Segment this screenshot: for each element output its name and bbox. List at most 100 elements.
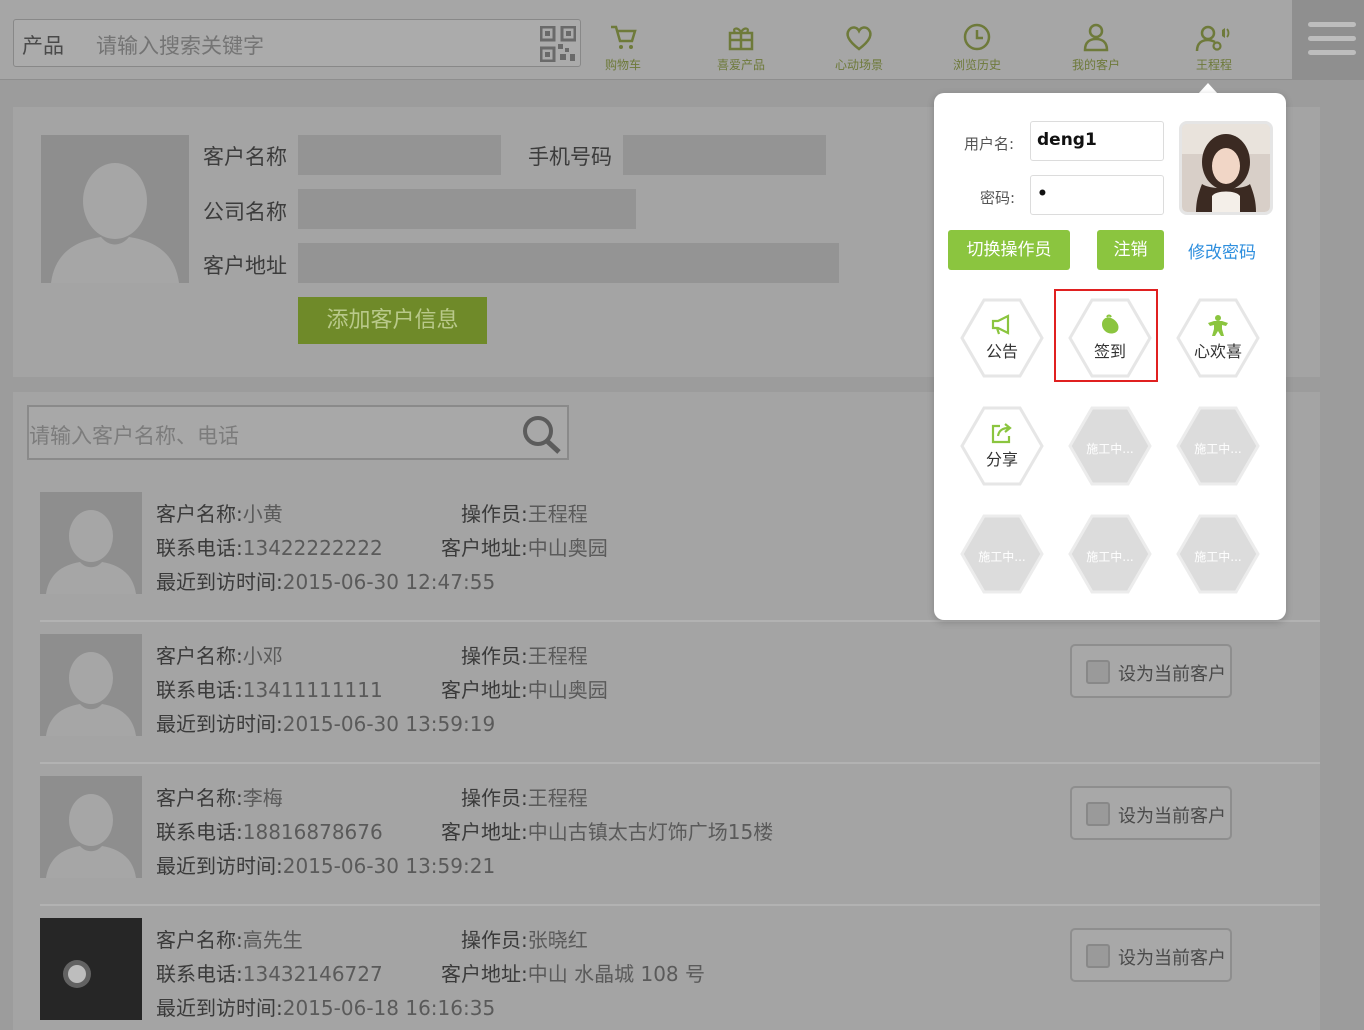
tile-label: 心欢喜 [1193,342,1242,361]
address-input[interactable] [298,243,839,283]
avatar-silhouette-icon [40,776,142,878]
customer-name-label: 客户名称: [156,502,243,526]
checkbox[interactable] [1086,802,1110,826]
tile-label: 施工中... [1086,550,1134,564]
customer-phone: 联系电话:13411111111 [156,674,383,703]
nav-account[interactable]: 王程程 [1164,22,1264,73]
user-photo-image [1182,124,1270,212]
customer-photo [40,918,142,1020]
construction-tile: 施工中... [960,512,1044,596]
company-label: 公司名称 [203,200,287,224]
announcement-tile[interactable]: 公告 [960,296,1044,380]
nav-label: 我的客户 [1071,58,1120,72]
customer-name: 客户名称:李梅 [156,782,283,811]
address-label: 客户地址: [441,536,528,560]
nav-favorites[interactable]: 喜爱产品 [691,22,791,73]
avatar-silhouette-icon [41,135,189,283]
customer-name-value: 小黄 [242,502,283,526]
customer-name-value: 小邓 [242,644,283,668]
operator-label: 操作员: [461,786,528,810]
qr-code-icon[interactable] [540,26,576,62]
last-visit-value: 2015-06-30 12:47:55 [282,570,496,594]
construction-tile: 施工中... [1068,512,1152,596]
joy-tile[interactable]: 心欢喜 [1176,296,1260,380]
customer-row[interactable]: 客户名称:高先生 操作员:张晓红 联系电话:13432146727 客户地址:中… [13,906,1320,1030]
last-visit-value: 2015-06-18 16:16:35 [282,996,496,1020]
customer-phone: 联系电话:13422222222 [156,532,383,561]
password-label: 密码: [980,189,1016,207]
nav-my-customers[interactable]: 我的客户 [1046,22,1146,73]
nav-history[interactable]: 浏览历史 [927,22,1027,73]
customer-name-input[interactable] [298,135,501,175]
customer-row[interactable]: 客户名称:小邓 操作员:王程程 联系电话:13411111111 客户地址:中山… [13,622,1320,764]
phone-input[interactable] [623,135,826,175]
password-input[interactable]: • [1030,175,1164,215]
customer-name-label: 客户名称: [156,644,243,668]
username-input[interactable]: deng1 [1030,121,1164,161]
tile-label: 施工中... [978,550,1026,564]
address-label: 客户地址 [203,254,287,278]
customer-avatar [40,776,142,878]
search-category[interactable]: 产品 [22,30,64,60]
operator-label: 操作员: [461,644,528,668]
share-icon [991,423,1012,444]
change-password-link[interactable]: 修改密码 [1188,238,1256,263]
switch-operator-button[interactable]: 切换操作员 [948,230,1070,270]
customer-photo-image [40,918,142,1020]
customer-search-input[interactable]: 请输入客户名称、电话 [29,420,239,450]
customer-name-label: 客户名称: [156,928,243,952]
checkbox[interactable] [1086,944,1110,968]
set-current-customer-button[interactable]: 设为当前客户 [1070,786,1232,840]
customer-name: 客户名称:小邓 [156,640,283,669]
search-input[interactable]: 请输入搜索关键字 [96,30,264,60]
customer-name: 客户名称:高先生 [156,924,303,953]
customer-search-box[interactable]: 请输入客户名称、电话 [27,405,569,460]
nav-scenes[interactable]: 心动场景 [809,22,909,73]
user-avatar [1179,121,1273,215]
username-label: 用户名: [964,135,1015,153]
operator-value: 张晓红 [527,928,588,952]
customer-phone: 联系电话:18816878676 [156,816,383,845]
top-bar: 产品 请输入搜索关键字 购物车 喜爱产品 心动场景 浏览历史 我的客户 王程程 [0,0,1364,80]
nav-label: 浏览历史 [952,58,1001,72]
nav-cart[interactable]: 购物车 [573,22,673,73]
product-search-box[interactable]: 产品 请输入搜索关键字 [13,19,581,67]
operator-value: 王程程 [527,502,588,526]
phone-label: 联系电话: [156,820,243,844]
logout-button[interactable]: 注销 [1097,230,1164,270]
nav-label: 王程程 [1195,58,1232,72]
nav-label: 心动场景 [834,58,883,72]
customer-phone: 联系电话:13432146727 [156,958,383,987]
heart-icon [846,26,872,51]
operator: 操作员:王程程 [461,782,588,811]
checkbox[interactable] [1086,660,1110,684]
set-current-label: 设为当前客户 [1118,664,1226,685]
menu-button[interactable] [1292,0,1364,80]
customer-address: 客户地址:中山 水晶城 108 号 [441,958,705,987]
add-customer-button[interactable]: 添加客户信息 [298,297,487,344]
share-tile[interactable]: 分享 [960,404,1044,488]
customer-name-label: 客户名称 [203,145,287,169]
avatar-silhouette-icon [40,634,142,736]
last-visit: 最近到访时间:2015-06-30 12:47:55 [156,566,495,595]
set-current-customer-button[interactable]: 设为当前客户 [1070,644,1232,698]
customer-address: 客户地址:中山古镇太古灯饰广场15楼 [441,816,773,845]
operator-label: 操作员: [461,502,528,526]
customer-row[interactable]: 客户名称:李梅 操作员:王程程 联系电话:18816878676 客户地址:中山… [13,764,1320,906]
last-visit: 最近到访时间:2015-06-18 16:16:35 [156,992,495,1021]
set-current-label: 设为当前客户 [1118,948,1226,969]
address-value: 中山 水晶城 108 号 [527,962,705,986]
set-current-customer-button[interactable]: 设为当前客户 [1070,928,1232,982]
search-icon[interactable] [521,414,563,454]
operator-label: 操作员: [461,928,528,952]
address-value: 中山古镇太古灯饰广场15楼 [527,820,774,844]
last-visit-value: 2015-06-30 13:59:21 [282,854,496,878]
menu-icon-bar [1308,50,1356,55]
company-input[interactable] [298,189,636,229]
user-settings-icon [1195,25,1230,52]
address-label: 客户地址: [441,962,528,986]
nav-label: 购物车 [604,58,641,72]
last-visit-label: 最近到访时间: [156,854,283,878]
address-label: 客户地址: [441,820,528,844]
customer-address: 客户地址:中山奥园 [441,532,608,561]
